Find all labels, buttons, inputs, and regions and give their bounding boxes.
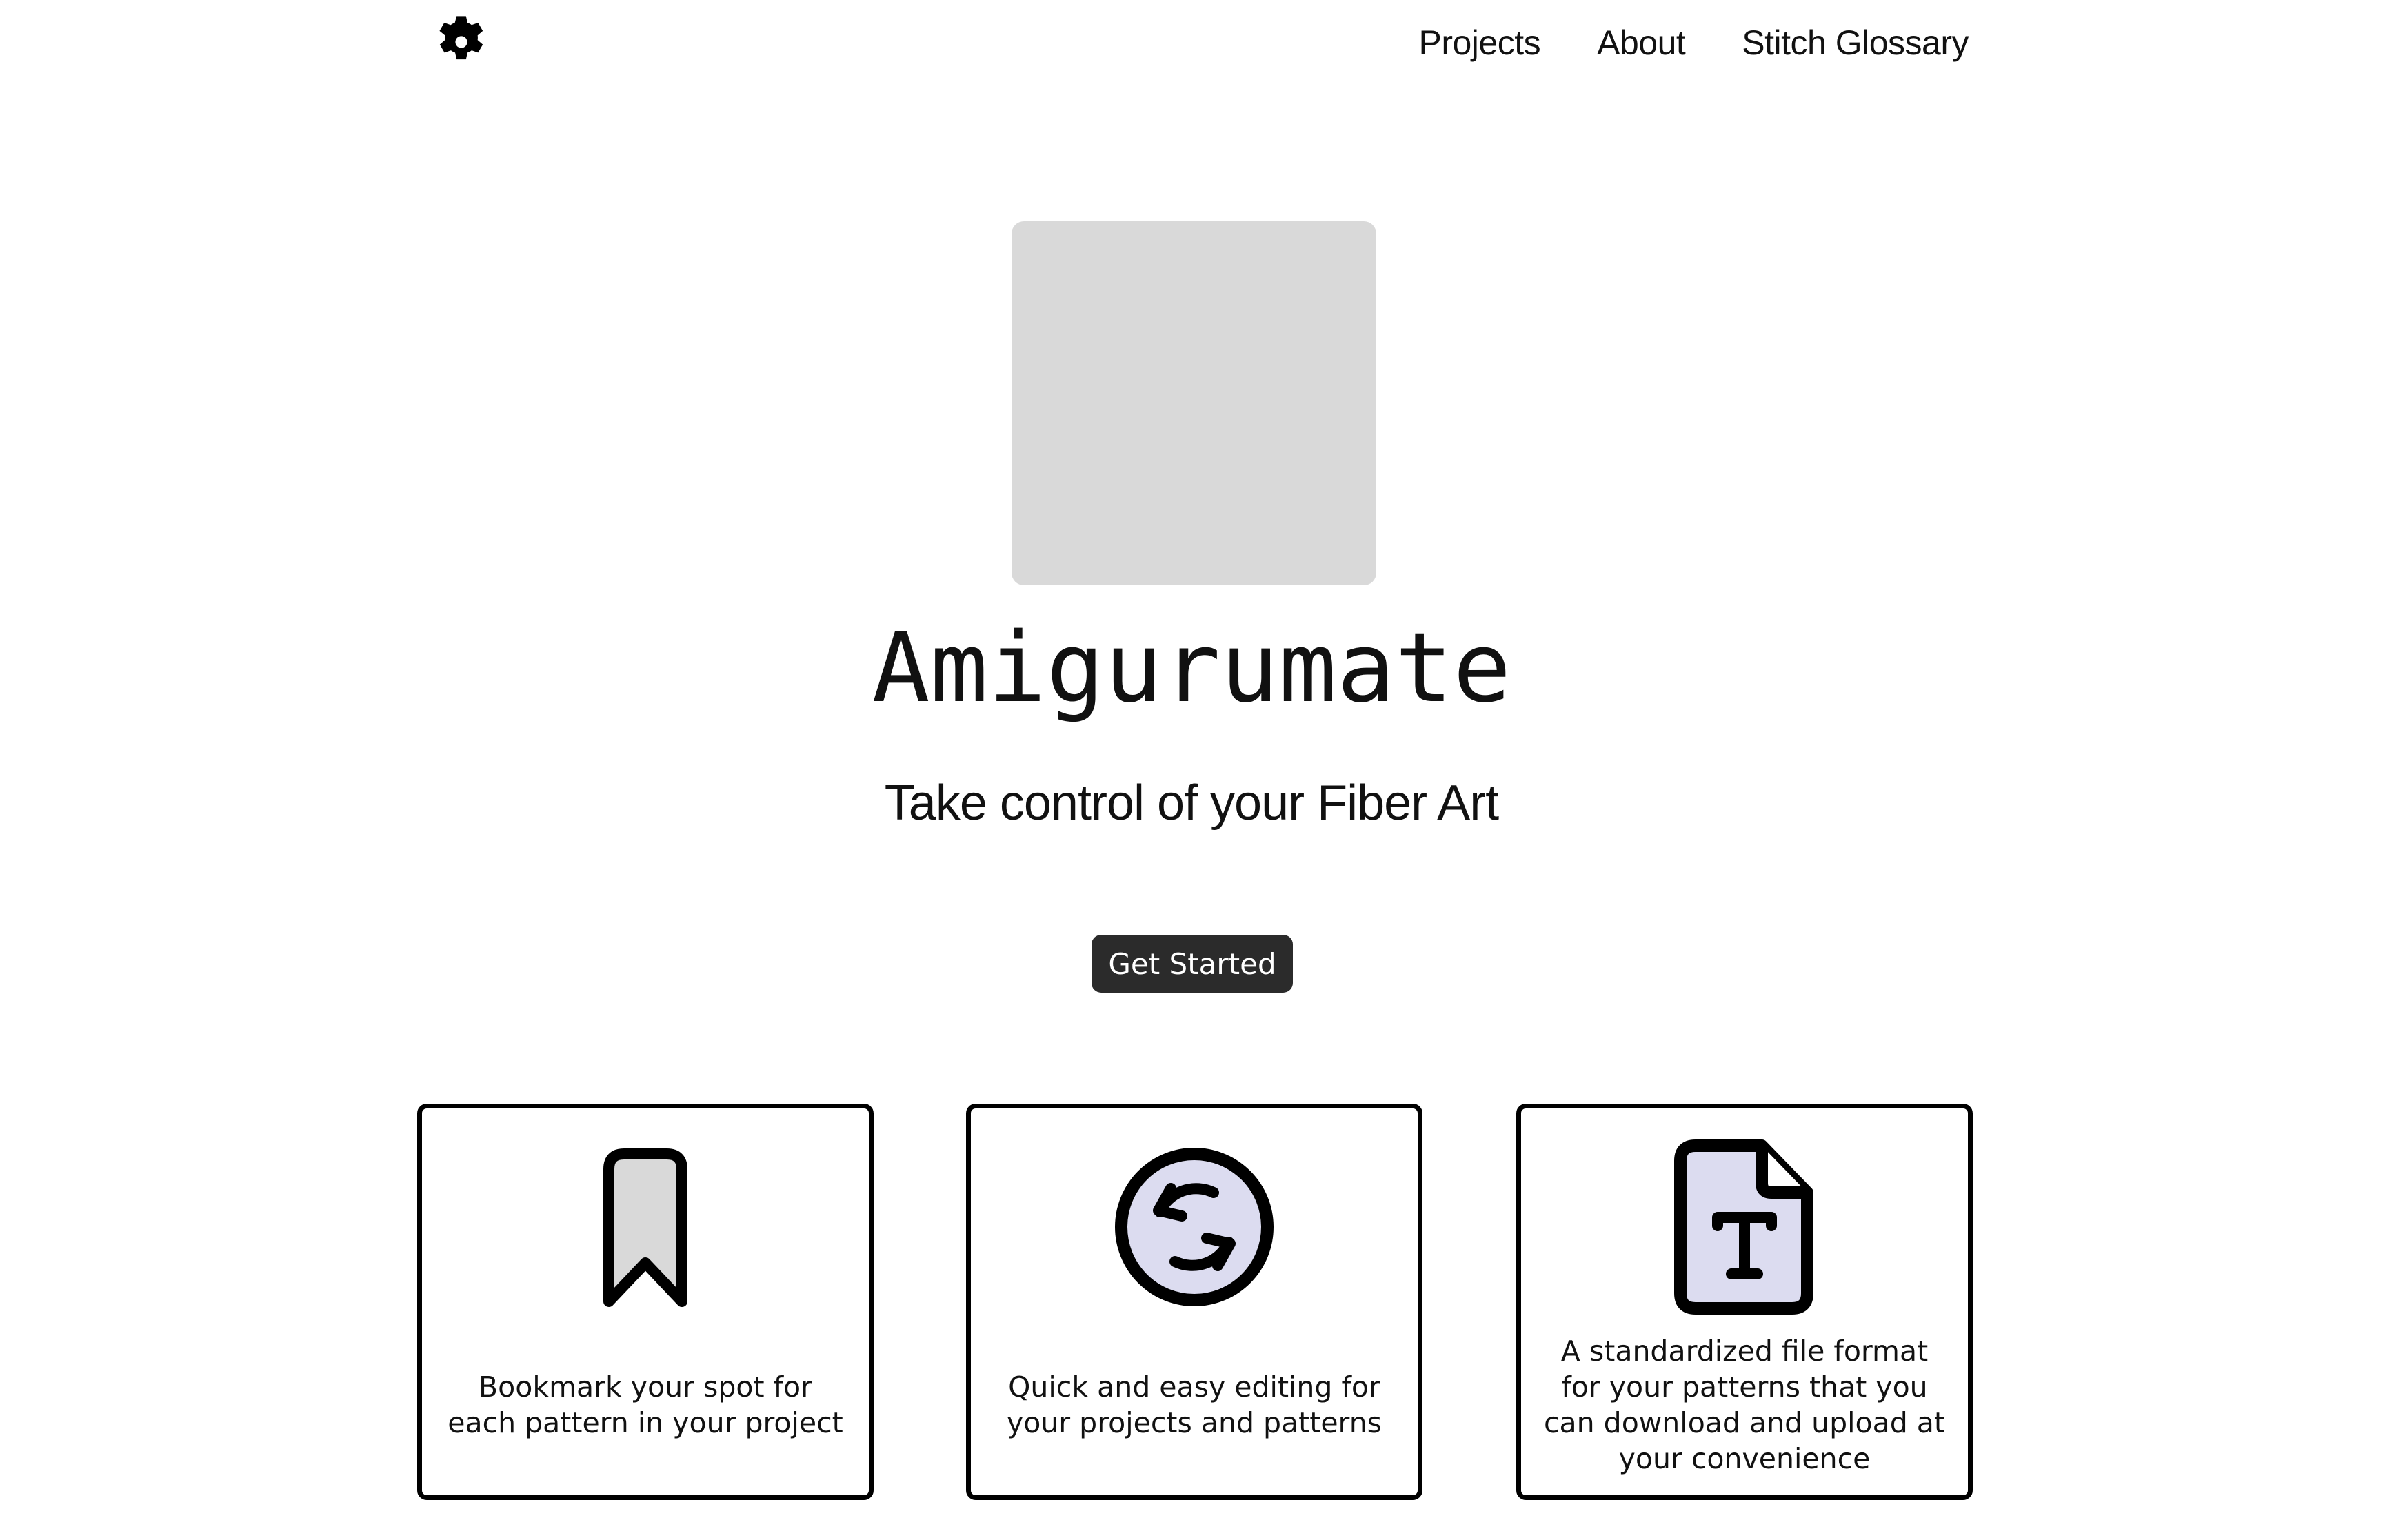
page: Projects About Stitch Glossary Amiguruma… [0,0,2383,1540]
sync-icon [1115,1148,1274,1306]
feature-card-text: Quick and easy editing for your projects… [1006,1370,1382,1439]
text-file-icon [1674,1139,1813,1315]
main-nav: Projects About Stitch Glossary [1418,15,1969,70]
bookmark-icon [603,1148,687,1307]
gear-icon-graphic [439,16,483,60]
feature-card-text: Bookmark your spot for each pattern in y… [448,1370,843,1439]
feature-card-bookmark: Bookmark your spot for each pattern in y… [417,1104,874,1500]
nav-stitch-glossary-link[interactable]: Stitch Glossary [1742,23,1969,63]
feature-card-text: A standardized file format for your patt… [1543,1335,1945,1475]
feature-cards: Bookmark your spot for each pattern in y… [417,1104,1973,1500]
hero-subtitle: Take control of your Fiber Art [884,776,1499,831]
feature-card-sync: Quick and easy editing for your projects… [966,1104,1422,1500]
nav-projects-link[interactable]: Projects [1418,23,1540,63]
hero-image-placeholder [1012,221,1376,585]
gear-icon[interactable] [432,12,491,72]
get-started-button[interactable]: Get Started [1092,935,1293,993]
nav-about-link[interactable]: About [1597,23,1686,63]
page-title: Amigurumate [872,612,1511,725]
feature-card-file-format: A standardized file format for your patt… [1516,1104,1973,1500]
